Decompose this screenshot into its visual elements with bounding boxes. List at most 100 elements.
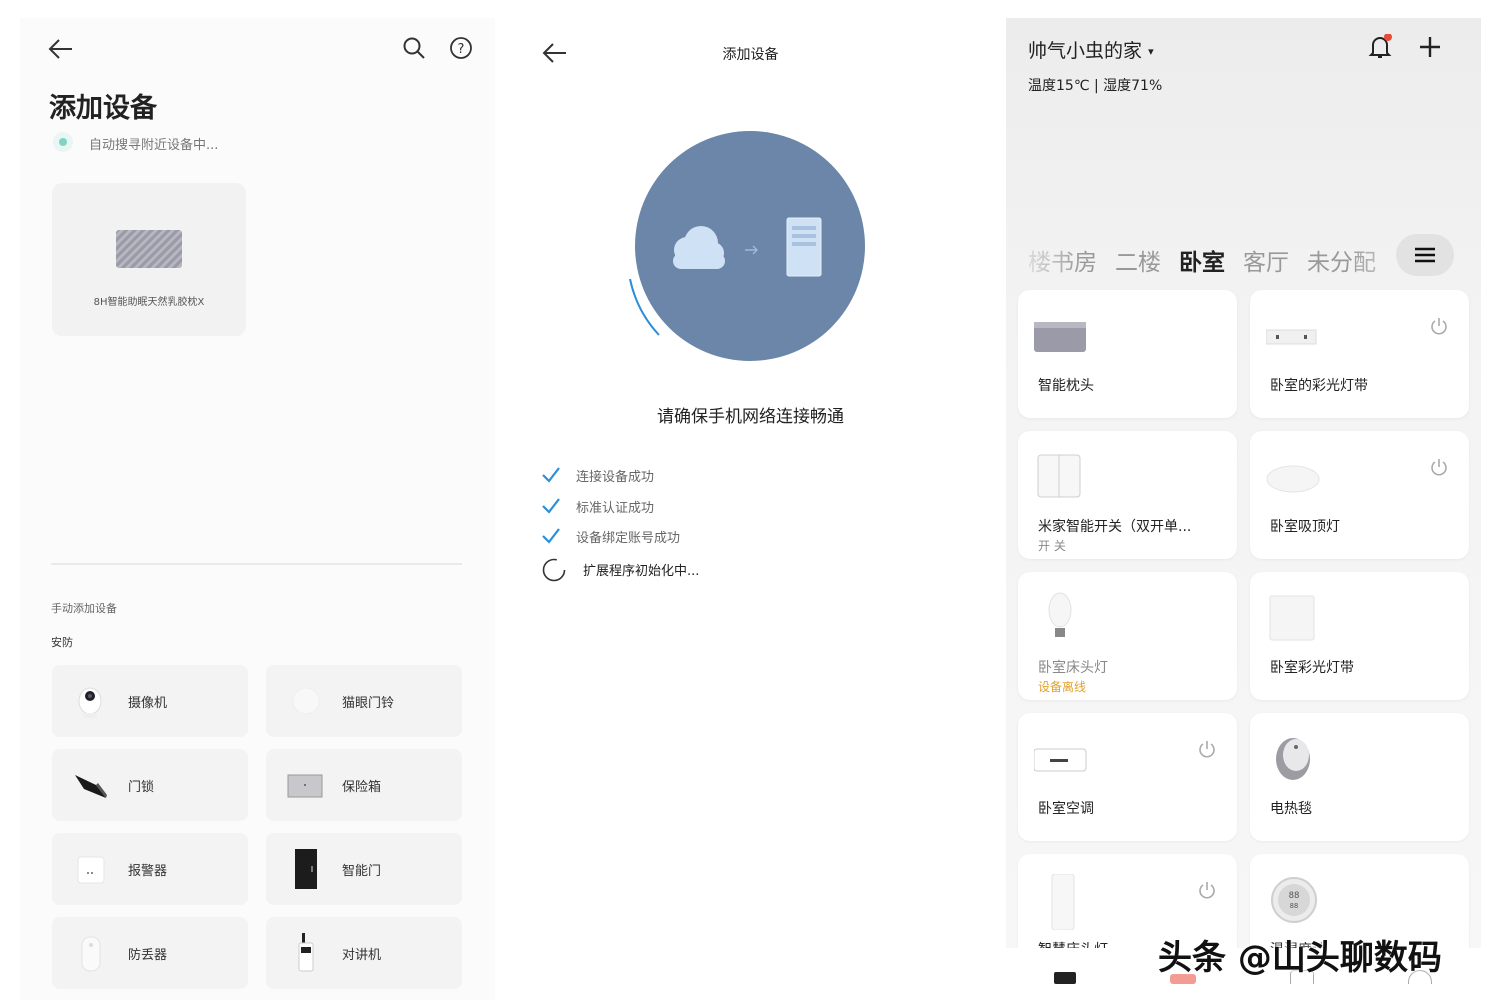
step-label: 扩展程序初始化中...	[583, 564, 700, 579]
manual-device-anti-lost[interactable]: 防丢器	[52, 917, 248, 989]
searching-indicator-icon	[53, 132, 73, 152]
manual-device-smart-door[interactable]: 智能门	[266, 833, 462, 905]
check-icon	[542, 498, 560, 514]
search-status: 自动搜寻附近设备中...	[89, 138, 219, 153]
tab-study[interactable]: 楼书房	[1028, 243, 1097, 273]
device-card[interactable]: 卧室吸顶灯	[1250, 431, 1469, 559]
manual-device-label: 智能门	[342, 864, 382, 879]
device-card[interactable]: 卧室彩光灯带	[1250, 572, 1469, 700]
check-icon	[542, 467, 560, 483]
step-label: 设备绑定账号成功	[576, 531, 681, 546]
device-status: 开 关	[1038, 539, 1066, 553]
menu-icon	[1415, 247, 1435, 263]
device-name: 电热毯	[1270, 801, 1312, 817]
power-icon	[1431, 318, 1447, 335]
loading-spinner-icon	[542, 558, 566, 582]
power-icon	[1431, 459, 1447, 476]
step-label: 标准认证成功	[576, 501, 655, 516]
add-device-progress-screen: 添加设备 请确保手机网络连接畅通 连接设备成功 标准认证成功 设备绑定账号成功 …	[513, 18, 988, 1000]
device-card[interactable]: 卧室床头灯 设备离线	[1018, 572, 1237, 700]
device-card[interactable]: 卧室空调	[1018, 713, 1237, 841]
found-device-card[interactable]: 8H智能助眠天然乳胶枕X	[52, 183, 246, 336]
tab-second-floor[interactable]: 二楼	[1115, 243, 1161, 273]
device-name: 卧室吸顶灯	[1270, 519, 1340, 535]
device-name: 米家智能开关（双开单...	[1038, 519, 1192, 535]
manual-device-walkie-talkie[interactable]: 对讲机	[266, 917, 462, 989]
power-button[interactable]	[1197, 880, 1217, 900]
power-button[interactable]	[1197, 739, 1217, 759]
manual-device-lock[interactable]: 门锁	[52, 749, 248, 821]
manual-device-peephole[interactable]: 猫眼门铃	[266, 665, 462, 737]
caret-down-icon: ▾	[1148, 45, 1154, 58]
manual-add-heading: 手动添加设备	[51, 602, 117, 615]
heater-icon	[1266, 733, 1322, 789]
alarm-icon	[72, 849, 112, 889]
pillow-icon	[1034, 310, 1090, 366]
ceiling-light-icon	[1266, 451, 1322, 507]
light-panel-icon	[1266, 592, 1322, 648]
check-icon	[542, 528, 560, 544]
step-label: 连接设备成功	[576, 470, 655, 485]
safe-icon	[284, 765, 328, 805]
tab-bedroom[interactable]: 卧室	[1179, 243, 1225, 273]
category-label: 安防	[51, 636, 73, 649]
divider	[51, 563, 462, 565]
add-device-search-screen: ? 添加设备 自动搜寻附近设备中... 8H智能助眠天然乳胶枕X 手动添加设备 …	[20, 18, 495, 1000]
peephole-doorbell-icon	[286, 681, 326, 721]
smart-door-icon	[286, 849, 326, 889]
back-arrow-icon[interactable]	[48, 38, 74, 60]
room-menu-button[interactable]	[1396, 234, 1454, 276]
home-selector[interactable]: 帅气小虫的家 ▾	[1028, 36, 1154, 63]
pillow-icon	[116, 230, 182, 268]
thermometer-icon: 88 88	[1266, 874, 1322, 930]
device-name: 卧室床头灯	[1038, 660, 1108, 676]
device-name: 卧室彩光灯带	[1270, 660, 1354, 676]
tab-living-room[interactable]: 客厅	[1243, 243, 1289, 273]
tab-unassigned[interactable]: 未分配	[1307, 243, 1376, 273]
lamp-icon	[1034, 874, 1090, 930]
power-button[interactable]	[1429, 457, 1449, 477]
door-lock-icon	[72, 765, 112, 805]
help-icon[interactable]: ?	[449, 36, 473, 60]
page-title: 添加设备	[49, 93, 157, 124]
svg-text:88: 88	[1289, 891, 1300, 901]
found-device-label: 8H智能助眠天然乳胶枕X	[93, 297, 205, 308]
search-icon[interactable]	[402, 36, 426, 60]
page-title: 添加设备	[722, 47, 779, 63]
anti-lost-tag-icon	[72, 933, 112, 973]
air-conditioner-icon	[1034, 733, 1090, 789]
manual-device-alarm[interactable]: 报警器	[52, 833, 248, 905]
device-card[interactable]: 电热毯	[1250, 713, 1469, 841]
device-card[interactable]: 卧室的彩光灯带	[1250, 290, 1469, 418]
home-name: 帅气小虫的家	[1028, 40, 1143, 62]
device-name: 卧室的彩光灯带	[1270, 378, 1368, 394]
power-button[interactable]	[1429, 316, 1449, 336]
walkie-talkie-icon	[286, 933, 326, 973]
power-icon	[1199, 741, 1215, 758]
manual-device-label: 保险箱	[342, 780, 382, 795]
bell-icon[interactable]	[1368, 34, 1392, 60]
manual-device-label: 防丢器	[128, 948, 168, 963]
device-offline-status: 设备离线	[1038, 680, 1087, 694]
room-tabs: 楼书房 二楼 卧室 客厅 未分配	[1028, 243, 1403, 273]
manual-device-safe[interactable]: 保险箱	[266, 749, 462, 821]
device-name: 智能枕头	[1038, 378, 1094, 394]
device-name: 智慧床头灯	[1038, 939, 1108, 948]
light-strip-icon	[1266, 310, 1322, 366]
svg-text:88: 88	[1290, 902, 1298, 910]
device-name: 卧室空调	[1038, 801, 1094, 817]
device-card[interactable]: 米家智能开关（双开单... 开 关	[1018, 431, 1237, 559]
device-icon	[786, 217, 822, 277]
manual-device-label: 门锁	[128, 780, 155, 795]
network-message: 请确保手机网络连接畅通	[657, 407, 844, 427]
weather-readout: 温度15℃ | 湿度71%	[1028, 78, 1163, 94]
add-icon[interactable]	[1419, 36, 1441, 58]
device-card[interactable]: 智能枕头	[1018, 290, 1237, 418]
wall-switch-icon	[1034, 451, 1090, 507]
manual-device-camera[interactable]: 摄像机	[52, 665, 248, 737]
manual-device-label: 对讲机	[342, 948, 382, 963]
bulb-icon	[1034, 592, 1090, 648]
svg-text:?: ?	[458, 42, 465, 57]
home-tab-icon[interactable]	[1054, 972, 1076, 984]
connection-circle	[635, 131, 865, 361]
